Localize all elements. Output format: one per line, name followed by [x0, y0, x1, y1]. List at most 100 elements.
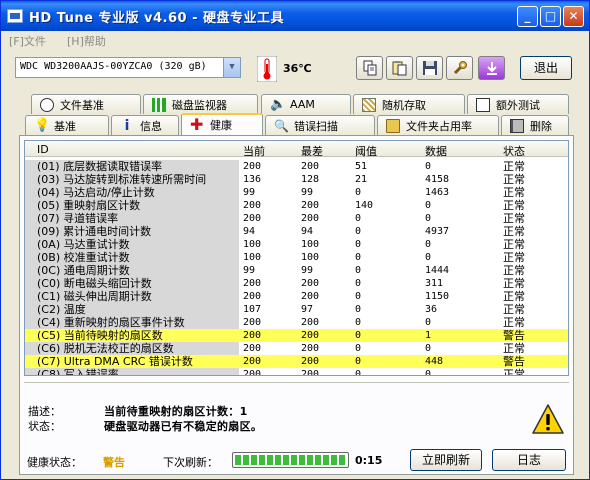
tab-disk-monitor[interactable]: 磁盘监视器 — [143, 94, 258, 114]
cell-thr: 0 — [355, 317, 362, 328]
cell-id: (C6) 脱机无法校正的扇区数 — [25, 342, 239, 355]
tab-erase[interactable]: 删除 — [501, 115, 569, 135]
header-id[interactable]: ID — [37, 143, 49, 156]
table-row[interactable]: (0A) 马达重试计数 100 100 0 0 正常 — [25, 238, 568, 251]
exit-button[interactable]: 退出 — [520, 56, 572, 80]
cell-thr: 0 — [355, 226, 362, 237]
table-row[interactable]: (03) 马达旋转到标准转速所需时间 136 128 21 4158 正常 — [25, 173, 568, 186]
magnifier-icon: 🔍 — [274, 118, 289, 133]
cell-status: 正常 — [503, 173, 525, 186]
wrench-icon — [453, 61, 467, 75]
table-row[interactable]: (C5) 当前待映射的扇区数 200 200 0 1 警告 — [25, 329, 568, 342]
cell-cur: 136 — [243, 174, 262, 185]
cell-thr: 140 — [355, 200, 374, 211]
tab-health[interactable]: ✚ 健康 — [181, 113, 263, 135]
tab-info[interactable]: i 信息 — [111, 115, 179, 135]
cell-data: 0 — [425, 343, 432, 354]
cell-data: 311 — [425, 278, 444, 289]
header-worst[interactable]: 最差 — [301, 143, 323, 159]
paste-icon — [392, 61, 406, 76]
table-row[interactable]: (C0) 断电磁头缩回计数 200 200 0 311 正常 — [25, 277, 568, 290]
copy-all-button[interactable] — [386, 56, 413, 80]
table-row[interactable]: (01) 底层数据读取错误率 200 200 51 0 正常 — [25, 160, 568, 173]
cell-worst: 100 — [301, 239, 320, 250]
chevron-down-icon[interactable]: ▼ — [223, 58, 240, 77]
cell-cur: 200 — [243, 291, 262, 302]
cell-id: (C1) 磁头伸出周期计数 — [25, 290, 239, 303]
header-current[interactable]: 当前 — [243, 143, 265, 159]
tab-file-benchmark[interactable]: 文件基准 — [31, 94, 141, 114]
download-button[interactable] — [478, 56, 505, 80]
table-row[interactable]: (C7) Ultra DMA CRC 错误计数 200 200 0 448 警告 — [25, 355, 568, 368]
cell-data: 0 — [425, 252, 432, 263]
menu-file[interactable]: [F]文件 — [9, 33, 46, 49]
table-row[interactable]: (07) 寻道错误率 200 200 0 0 正常 — [25, 212, 568, 225]
menu-help[interactable]: [H]帮助 — [67, 33, 106, 49]
cell-cur: 200 — [243, 343, 262, 354]
cell-data: 4937 — [425, 226, 450, 237]
table-row[interactable]: (C4) 重新映射的扇区事件计数 200 200 0 0 正常 — [25, 316, 568, 329]
title-bar[interactable]: HD Tune 专业版 v4.60 - 硬盘专业工具 _ □ ✕ — [1, 1, 589, 31]
cell-thr: 0 — [355, 291, 362, 302]
cell-cur: 100 — [243, 239, 262, 250]
table-row[interactable]: (C6) 脱机无法校正的扇区数 200 200 0 0 正常 — [25, 342, 568, 355]
cell-cur: 200 — [243, 356, 262, 367]
cell-thr: 0 — [355, 330, 362, 341]
cell-thr: 0 — [355, 265, 362, 276]
info-icon: i — [124, 117, 130, 134]
cell-worst: 200 — [301, 369, 320, 376]
cell-data: 0 — [425, 213, 432, 224]
tab-aam[interactable]: 🔈 AAM — [261, 94, 351, 114]
tab-error-scan[interactable]: 🔍 错误扫描 — [265, 115, 375, 135]
cell-data: 1444 — [425, 265, 450, 276]
refresh-now-button[interactable]: 立即刷新 — [410, 449, 482, 471]
minimize-button[interactable]: _ — [517, 6, 538, 27]
tab-random-access[interactable]: 随机存取 — [353, 94, 465, 114]
next-refresh-label: 下次刷新： — [163, 456, 218, 469]
cell-status: 警告 — [503, 329, 525, 342]
lightbulb-icon: 💡 — [34, 117, 51, 133]
cell-id: (04) 马达启动/停止计数 — [25, 186, 239, 199]
cell-id: (03) 马达旋转到标准转速所需时间 — [25, 173, 239, 186]
table-row[interactable]: (0B) 校准重试计数 100 100 0 0 正常 — [25, 251, 568, 264]
refresh-progress-bar — [232, 452, 349, 468]
table-row[interactable]: (04) 马达启动/停止计数 99 99 0 1463 正常 — [25, 186, 568, 199]
header-status[interactable]: 状态 — [503, 143, 525, 159]
save-icon — [422, 61, 437, 75]
cell-cur: 94 — [243, 226, 256, 237]
options-button[interactable] — [446, 56, 473, 80]
table-row[interactable]: (C1) 磁头伸出周期计数 200 200 0 1150 正常 — [25, 290, 568, 303]
tab-benchmark[interactable]: 💡 基准 — [25, 115, 109, 135]
thermometer-icon — [257, 56, 277, 82]
cell-cur: 200 — [243, 369, 262, 376]
cell-worst: 200 — [301, 200, 320, 211]
cell-data: 0 — [425, 317, 432, 328]
tab-extra-tests[interactable]: 额外测试 — [467, 94, 569, 114]
cell-data: 0 — [425, 239, 432, 250]
close-button[interactable]: ✕ — [563, 6, 584, 27]
trash-icon — [510, 118, 524, 133]
header-threshold[interactable]: 阈值 — [355, 143, 377, 159]
table-row[interactable]: (C2) 温度 107 97 0 36 正常 — [25, 303, 568, 316]
header-data[interactable]: 数据 — [425, 143, 447, 159]
tab-folder-usage[interactable]: 文件夹占用率 — [377, 115, 499, 135]
copy-button[interactable] — [356, 56, 383, 80]
log-button[interactable]: 日志 — [492, 449, 566, 471]
table-row[interactable]: (0C) 通电周期计数 99 99 0 1444 正常 — [25, 264, 568, 277]
extra-tests-icon — [476, 97, 490, 112]
save-button[interactable] — [416, 56, 443, 80]
cell-worst: 200 — [301, 161, 320, 172]
drive-select[interactable]: WDC WD3200AAJS-00YZCA0 (320 gB) ▼ — [15, 57, 241, 78]
status-label: 状态： — [28, 420, 61, 433]
smart-table[interactable]: ID 当前 最差 阈值 数据 状态 (01) 底层数据读取错误率 200 200 51… — [24, 140, 569, 376]
cell-cur: 200 — [243, 213, 262, 224]
cell-cur: 100 — [243, 252, 262, 263]
table-row[interactable]: (05) 重映射扇区计数 200 200 140 0 正常 — [25, 199, 568, 212]
maximize-button[interactable]: □ — [540, 6, 561, 27]
table-row[interactable]: (C8) 写入错误率 200 200 0 0 正常 — [25, 368, 568, 376]
drive-select-value: WDC WD3200AAJS-00YZCA0 (320 gB) — [20, 61, 207, 72]
table-row[interactable]: (09) 累计通电时间计数 94 94 0 4937 正常 — [25, 225, 568, 238]
temperature-value: 36℃ — [283, 62, 312, 75]
cell-thr: 0 — [355, 213, 362, 224]
description-label: 描述： — [28, 405, 61, 418]
